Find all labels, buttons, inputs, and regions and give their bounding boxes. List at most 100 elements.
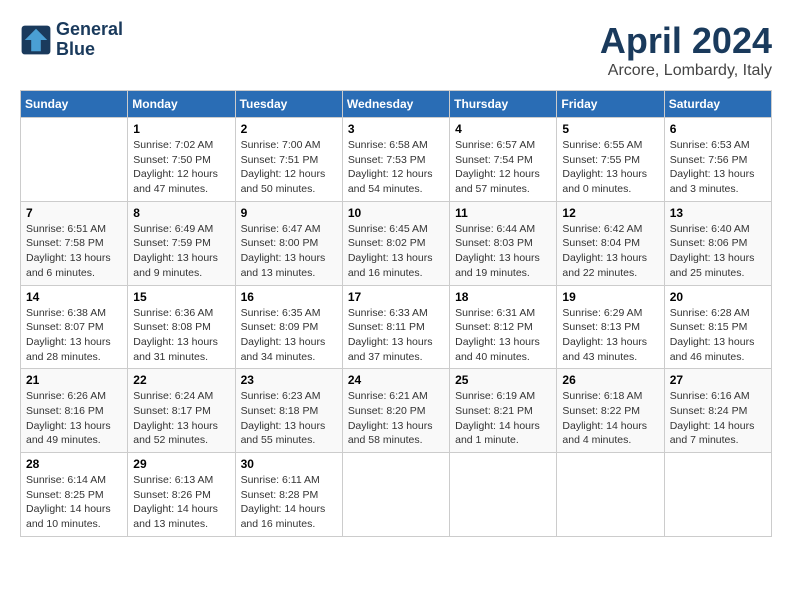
day-number: 21 xyxy=(26,373,122,387)
weekday-header-wednesday: Wednesday xyxy=(342,91,449,118)
logo: General Blue xyxy=(20,20,123,60)
calendar-cell: 24 Sunrise: 6:21 AMSunset: 8:20 PMDayligh… xyxy=(342,369,449,453)
calendar-week-1: 1Sunrise: 7:02 AMSunset: 7:50 PMDaylight… xyxy=(21,118,772,202)
day-info: Sunrise: 6:23 AMSunset: 8:18 PMDaylight:… xyxy=(241,389,337,448)
day-number: 12 xyxy=(562,206,658,220)
day-number: 14 xyxy=(26,290,122,304)
calendar-cell: 6Sunrise: 6:53 AMSunset: 7:56 PMDaylight… xyxy=(664,118,771,202)
day-info: Sunrise: 6:49 AMSunset: 7:59 PMDaylight:… xyxy=(133,222,229,281)
calendar-week-4: 21Sunrise: 6:26 AMSunset: 8:16 PMDayligh… xyxy=(21,369,772,453)
weekday-header-monday: Monday xyxy=(128,91,235,118)
calendar-cell: 29 Sunrise: 6:13 AMSunset: 8:26 PMDayligh… xyxy=(128,453,235,537)
calendar-cell: 18 Sunrise: 6:31 AMSunset: 8:12 PMDayligh… xyxy=(450,285,557,369)
day-number: 8 xyxy=(133,206,229,220)
page-header: General Blue April 2024 Arcore, Lombardy… xyxy=(20,20,772,80)
day-number: 15 xyxy=(133,290,229,304)
calendar-cell: 10Sunrise: 6:45 AMSunset: 8:02 PMDayligh… xyxy=(342,201,449,285)
day-number: 2 xyxy=(241,122,337,136)
day-info: Sunrise: 6:40 AMSunset: 8:06 PMDaylight:… xyxy=(670,222,766,281)
calendar-cell xyxy=(664,453,771,537)
day-info: Sunrise: 6:21 AMSunset: 8:20 PMDaylight:… xyxy=(348,389,444,448)
day-number: 24 xyxy=(348,373,444,387)
day-info: Sunrise: 6:19 AMSunset: 8:21 PMDaylight:… xyxy=(455,389,551,448)
calendar-cell: 21Sunrise: 6:26 AMSunset: 8:16 PMDayligh… xyxy=(21,369,128,453)
weekday-header-tuesday: Tuesday xyxy=(235,91,342,118)
calendar-cell: 14 Sunrise: 6:38 AMSunset: 8:07 PMDayligh… xyxy=(21,285,128,369)
day-number: 29 xyxy=(133,457,229,471)
title-block: April 2024 Arcore, Lombardy, Italy xyxy=(600,20,772,80)
calendar-cell xyxy=(450,453,557,537)
calendar-cell: 17 Sunrise: 6:33 AMSunset: 8:11 PMDayligh… xyxy=(342,285,449,369)
day-number: 4 xyxy=(455,122,551,136)
calendar-cell: 28Sunrise: 6:14 AMSunset: 8:25 PMDayligh… xyxy=(21,453,128,537)
calendar-cell: 2Sunrise: 7:00 AMSunset: 7:51 PMDaylight… xyxy=(235,118,342,202)
calendar-cell: 25 Sunrise: 6:19 AMSunset: 8:21 PMDayligh… xyxy=(450,369,557,453)
day-number: 6 xyxy=(670,122,766,136)
day-info: Sunrise: 6:11 AMSunset: 8:28 PMDaylight:… xyxy=(241,473,337,532)
calendar-week-2: 7 Sunrise: 6:51 AMSunset: 7:58 PMDaylight… xyxy=(21,201,772,285)
logo-text: General Blue xyxy=(56,20,123,60)
calendar-cell: 20 Sunrise: 6:28 AMSunset: 8:15 PMDayligh… xyxy=(664,285,771,369)
day-number: 28 xyxy=(26,457,122,471)
calendar-cell: 11Sunrise: 6:44 AMSunset: 8:03 PMDayligh… xyxy=(450,201,557,285)
day-info: Sunrise: 6:42 AMSunset: 8:04 PMDaylight:… xyxy=(562,222,658,281)
weekday-header-saturday: Saturday xyxy=(664,91,771,118)
calendar-cell: 26Sunrise: 6:18 AMSunset: 8:22 PMDayligh… xyxy=(557,369,664,453)
day-info: Sunrise: 6:29 AMSunset: 8:13 PMDaylight:… xyxy=(562,306,658,365)
calendar-week-3: 14 Sunrise: 6:38 AMSunset: 8:07 PMDayligh… xyxy=(21,285,772,369)
calendar-cell: 8 Sunrise: 6:49 AMSunset: 7:59 PMDaylight… xyxy=(128,201,235,285)
day-info: Sunrise: 6:24 AMSunset: 8:17 PMDaylight:… xyxy=(133,389,229,448)
day-info: Sunrise: 6:16 AMSunset: 8:24 PMDaylight:… xyxy=(670,389,766,448)
calendar-cell: 22 Sunrise: 6:24 AMSunset: 8:17 PMDayligh… xyxy=(128,369,235,453)
calendar-cell: 16 Sunrise: 6:35 AMSunset: 8:09 PMDayligh… xyxy=(235,285,342,369)
day-number: 11 xyxy=(455,206,551,220)
day-number: 19 xyxy=(562,290,658,304)
day-info: Sunrise: 6:28 AMSunset: 8:15 PMDaylight:… xyxy=(670,306,766,365)
day-number: 5 xyxy=(562,122,658,136)
day-info: Sunrise: 6:38 AMSunset: 8:07 PMDaylight:… xyxy=(26,306,122,365)
day-info: Sunrise: 6:31 AMSunset: 8:12 PMDaylight:… xyxy=(455,306,551,365)
day-number: 18 xyxy=(455,290,551,304)
day-info: Sunrise: 6:33 AMSunset: 8:11 PMDaylight:… xyxy=(348,306,444,365)
day-number: 7 xyxy=(26,206,122,220)
calendar-cell: 12 Sunrise: 6:42 AMSunset: 8:04 PMDayligh… xyxy=(557,201,664,285)
day-number: 9 xyxy=(241,206,337,220)
calendar-cell: 3 Sunrise: 6:58 AMSunset: 7:53 PMDaylight… xyxy=(342,118,449,202)
day-number: 22 xyxy=(133,373,229,387)
calendar-cell xyxy=(342,453,449,537)
calendar-cell: 1Sunrise: 7:02 AMSunset: 7:50 PMDaylight… xyxy=(128,118,235,202)
calendar-cell: 30 Sunrise: 6:11 AMSunset: 8:28 PMDayligh… xyxy=(235,453,342,537)
day-info: Sunrise: 6:45 AMSunset: 8:02 PMDaylight:… xyxy=(348,222,444,281)
calendar-cell: 13Sunrise: 6:40 AMSunset: 8:06 PMDayligh… xyxy=(664,201,771,285)
day-info: Sunrise: 6:51 AMSunset: 7:58 PMDaylight:… xyxy=(26,222,122,281)
day-number: 27 xyxy=(670,373,766,387)
calendar-cell: 5Sunrise: 6:55 AMSunset: 7:55 PMDaylight… xyxy=(557,118,664,202)
day-number: 17 xyxy=(348,290,444,304)
calendar-cell: 7 Sunrise: 6:51 AMSunset: 7:58 PMDaylight… xyxy=(21,201,128,285)
calendar-cell xyxy=(557,453,664,537)
calendar-table: SundayMondayTuesdayWednesdayThursdayFrid… xyxy=(20,90,772,537)
month-title: April 2024 xyxy=(600,20,772,62)
day-number: 26 xyxy=(562,373,658,387)
calendar-week-5: 28Sunrise: 6:14 AMSunset: 8:25 PMDayligh… xyxy=(21,453,772,537)
weekday-header-sunday: Sunday xyxy=(21,91,128,118)
calendar-cell: 27 Sunrise: 6:16 AMSunset: 8:24 PMDayligh… xyxy=(664,369,771,453)
calendar-cell: 23 Sunrise: 6:23 AMSunset: 8:18 PMDayligh… xyxy=(235,369,342,453)
weekday-header-friday: Friday xyxy=(557,91,664,118)
day-info: Sunrise: 6:36 AMSunset: 8:08 PMDaylight:… xyxy=(133,306,229,365)
day-number: 3 xyxy=(348,122,444,136)
day-number: 23 xyxy=(241,373,337,387)
day-info: Sunrise: 6:13 AMSunset: 8:26 PMDaylight:… xyxy=(133,473,229,532)
location: Arcore, Lombardy, Italy xyxy=(600,62,772,80)
weekday-header-thursday: Thursday xyxy=(450,91,557,118)
day-info: Sunrise: 7:02 AMSunset: 7:50 PMDaylight:… xyxy=(133,138,229,197)
calendar-cell: 4 Sunrise: 6:57 AMSunset: 7:54 PMDaylight… xyxy=(450,118,557,202)
day-number: 20 xyxy=(670,290,766,304)
day-number: 25 xyxy=(455,373,551,387)
day-info: Sunrise: 6:58 AMSunset: 7:53 PMDaylight:… xyxy=(348,138,444,197)
day-number: 30 xyxy=(241,457,337,471)
calendar-cell: 19 Sunrise: 6:29 AMSunset: 8:13 PMDayligh… xyxy=(557,285,664,369)
day-number: 16 xyxy=(241,290,337,304)
day-info: Sunrise: 6:57 AMSunset: 7:54 PMDaylight:… xyxy=(455,138,551,197)
day-info: Sunrise: 6:35 AMSunset: 8:09 PMDaylight:… xyxy=(241,306,337,365)
